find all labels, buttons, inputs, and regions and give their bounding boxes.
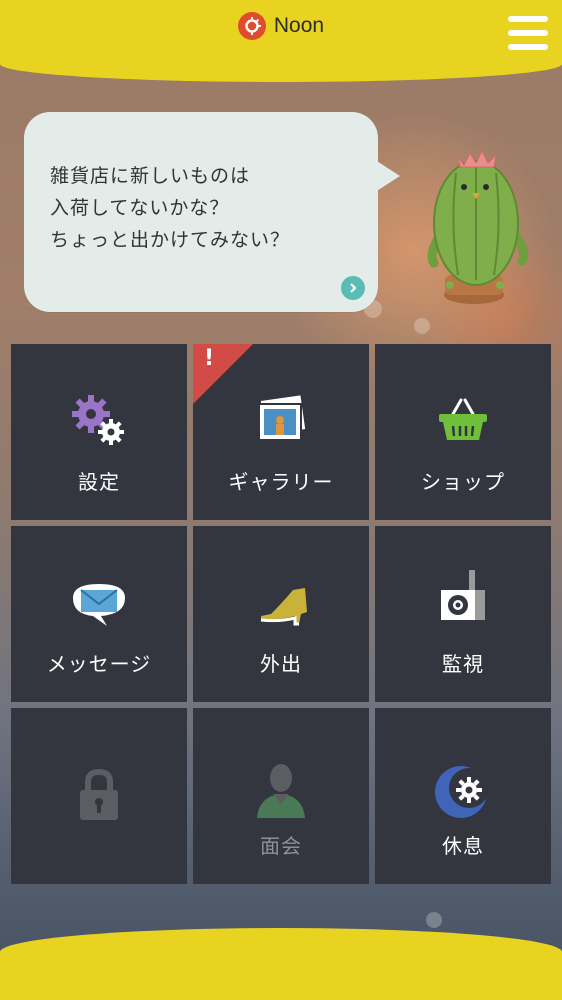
tile-monitor[interactable]: 監視 bbox=[375, 526, 551, 702]
gears-icon bbox=[11, 390, 187, 450]
badge-mark: ! bbox=[204, 346, 215, 371]
speech-bubble-tail bbox=[372, 158, 400, 194]
tile-label: 面会 bbox=[260, 834, 302, 858]
speech-bubble[interactable]: 雑貨店に新しいものは 入荷してないかな？ ちょっと出かけてみない？ bbox=[24, 112, 378, 312]
tile-shop[interactable]: ショップ bbox=[375, 344, 551, 520]
shoe-icon bbox=[193, 572, 369, 632]
hamburger-menu-icon[interactable] bbox=[508, 14, 548, 52]
speaker-icon bbox=[375, 570, 551, 632]
moon-gear-icon bbox=[375, 764, 551, 824]
app-title: Noon bbox=[273, 14, 325, 37]
tile-label: 外出 bbox=[260, 652, 302, 676]
tile-label: ショップ bbox=[421, 470, 505, 494]
bokeh-light bbox=[426, 912, 442, 928]
tile-label: ギャラリー bbox=[228, 470, 334, 494]
tile-label: メッセージ bbox=[46, 652, 152, 676]
envelope-icon bbox=[11, 572, 187, 632]
tile-rest[interactable]: 休息 bbox=[375, 708, 551, 884]
app-logo-icon bbox=[237, 12, 266, 40]
bubble-message: 雑貨店に新しいものは 入荷してないかな？ ちょっと出かけてみない？ bbox=[50, 160, 370, 256]
tile-visit[interactable]: 面会 bbox=[193, 708, 369, 884]
bubble-line: 雑貨店に新しいものは bbox=[50, 165, 251, 187]
person-icon bbox=[193, 760, 369, 820]
photos-icon bbox=[193, 390, 369, 450]
tile-settings[interactable]: 設定 bbox=[11, 344, 187, 520]
chevron-right-icon[interactable] bbox=[341, 276, 365, 300]
tile-gallery[interactable]: ! ギャラリー bbox=[193, 344, 369, 520]
lock-icon bbox=[11, 766, 187, 826]
tile-locked bbox=[11, 708, 187, 884]
basket-icon bbox=[375, 390, 551, 450]
tile-label: 休息 bbox=[442, 834, 484, 858]
tile-label: 監視 bbox=[442, 652, 484, 676]
bubble-line: 入荷してないかな？ bbox=[50, 197, 230, 219]
bubble-line: ちょっと出かけてみない？ bbox=[50, 229, 291, 251]
top-bar: Noon bbox=[0, 0, 562, 82]
bokeh-light bbox=[414, 318, 430, 334]
bottom-bar bbox=[0, 928, 562, 1000]
app-brand: Noon bbox=[0, 12, 562, 40]
tile-message[interactable]: メッセージ bbox=[11, 526, 187, 702]
tile-outing[interactable]: 外出 bbox=[193, 526, 369, 702]
cactus-mascot[interactable] bbox=[420, 135, 532, 310]
tile-label: 設定 bbox=[78, 470, 120, 494]
